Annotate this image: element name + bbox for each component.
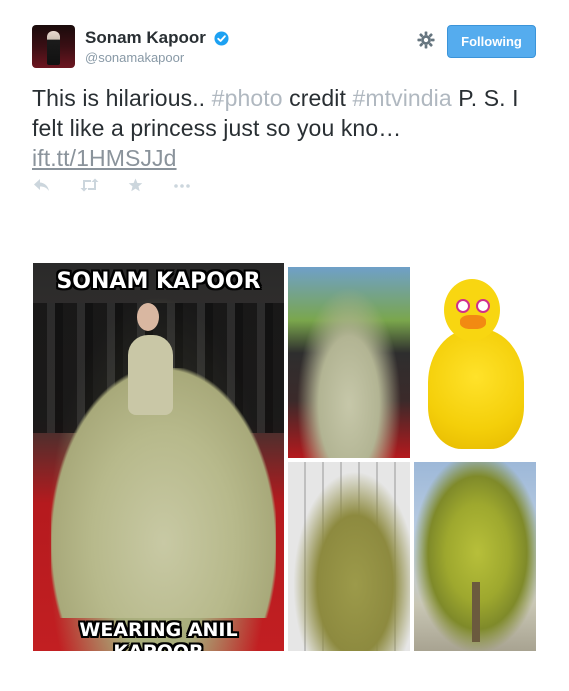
meme-bottom-caption: WEARING ANIL KAPOOR (79, 619, 238, 651)
tweet-url-link[interactable]: ift.tt/1HMSJJd (32, 145, 177, 171)
avatar[interactable] (32, 25, 75, 68)
tweet-card: Sonam Kapoor @sonamakapoor Following Thi… (0, 0, 569, 691)
big-bird-photo-panel (414, 267, 536, 458)
retweet-icon[interactable] (80, 178, 99, 192)
meme-top-caption: SONAM KAPOOR (56, 269, 261, 294)
favorite-icon[interactable] (128, 178, 143, 192)
tweet-media-collage[interactable]: SONAM KAPOOR WEARING ANIL KAPOOR (33, 263, 536, 651)
gown-bodice (128, 335, 173, 415)
user-screen-name[interactable]: @sonamakapoor (85, 50, 229, 65)
big-bird-eye (456, 299, 470, 313)
following-button[interactable]: Following (447, 25, 536, 58)
big-bird-beak (460, 315, 486, 329)
gown-backdrop-photo-panel (288, 462, 410, 651)
hashtag-photo-link[interactable]: #photo (212, 85, 283, 111)
avatar-figure (47, 31, 60, 65)
verified-badge-icon (214, 30, 229, 46)
tree-photo-panel (414, 462, 536, 651)
user-name-block: Sonam Kapoor @sonamakapoor (85, 28, 229, 65)
meme-photo-panel: SONAM KAPOOR WEARING ANIL KAPOOR (33, 263, 284, 651)
tweet-text: This is hilarious.. #photo credit #mtvin… (32, 83, 537, 173)
big-bird-body (428, 329, 524, 449)
big-bird-eye (476, 299, 490, 313)
reply-icon[interactable] (33, 178, 50, 192)
more-icon[interactable] (173, 178, 191, 192)
hashtag-mtvindia-link[interactable]: #mtvindia (352, 85, 451, 111)
big-bird-head (444, 279, 500, 341)
person-head (137, 303, 159, 331)
tree-trunk (472, 582, 480, 642)
gear-icon[interactable] (417, 31, 435, 49)
tweet-text-segment: This is hilarious.. (32, 85, 212, 111)
red-carpet-photo-panel (288, 267, 410, 458)
tweet-text-segment: credit (282, 85, 353, 111)
user-full-name[interactable]: Sonam Kapoor (85, 28, 206, 48)
